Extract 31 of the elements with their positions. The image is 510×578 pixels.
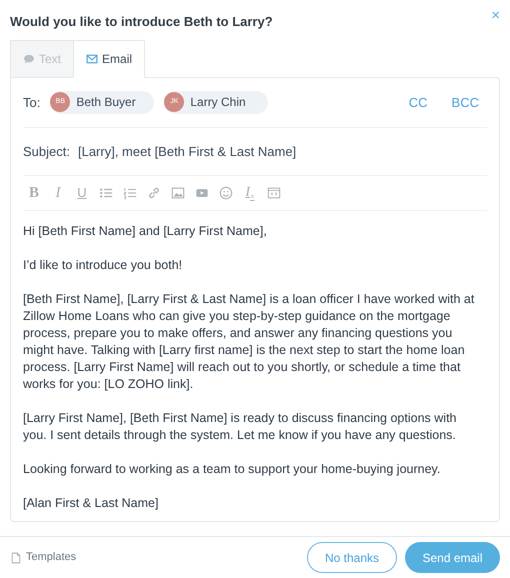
code-window-icon <box>267 186 281 200</box>
image-icon <box>171 186 185 200</box>
speech-bubble-icon <box>23 52 35 65</box>
numbered-list-icon <box>123 186 137 200</box>
list-icon <box>99 186 113 200</box>
italic-button[interactable]: I <box>49 182 67 203</box>
tab[interactable]: Email <box>73 40 146 78</box>
body-paragraph: [Alan First & Last Name] <box>23 494 160 512</box>
bold-button[interactable]: B <box>25 182 43 203</box>
link-icon <box>147 186 161 200</box>
subject-field[interactable]: [Larry], meet [Beth First & Last Name] <box>78 142 487 162</box>
body-paragraph: I’d like to introduce you both! <box>23 256 184 274</box>
send-email-button[interactable]: Send email <box>405 542 500 574</box>
body-paragraph: [Larry First Name], [Beth First Name] is ready to discuss financing options with you. I sent details through the system. Let me know if you have any questions. <box>23 410 458 444</box>
body-paragraph: [Beth First Name], [Larry First & Last Name] is a loan officer I have worked with at Zillow Home Loans who can give you step-by-step guidance on the mortgage process, prepare you to make offers, and answer any financing questions you might have. Talking with [Larry first name] is the next step to start the home loan process. [Larry First Name] will reach out to you shortly, or schedule a time that works for you: [LO ZOHO link]. <box>23 290 476 393</box>
close-button[interactable]: × <box>491 8 500 23</box>
body-paragraph: Hi [Beth First Name] and [Larry First Name], <box>23 222 268 240</box>
bcc-link[interactable]: BCC <box>452 92 479 112</box>
to-label: To: <box>23 94 42 112</box>
subject-label: Subject: <box>23 142 70 161</box>
templates-button[interactable]: Templates <box>10 549 76 566</box>
body-paragraph: Looking forward to working as a team to support your home-buying journey. <box>23 460 442 478</box>
smiley-icon <box>219 186 233 200</box>
tab[interactable]: Text <box>10 40 74 78</box>
cc-link[interactable]: CC <box>408 92 428 112</box>
envelope-icon <box>86 52 98 65</box>
clear-format-button[interactable]: I× <box>241 182 259 203</box>
dialog-title: Would you like to introduce Beth to Larry? <box>10 13 273 31</box>
underline-button[interactable]: U <box>73 182 91 203</box>
document-icon <box>10 552 22 564</box>
no-thanks-button[interactable]: No thanks <box>307 542 397 574</box>
